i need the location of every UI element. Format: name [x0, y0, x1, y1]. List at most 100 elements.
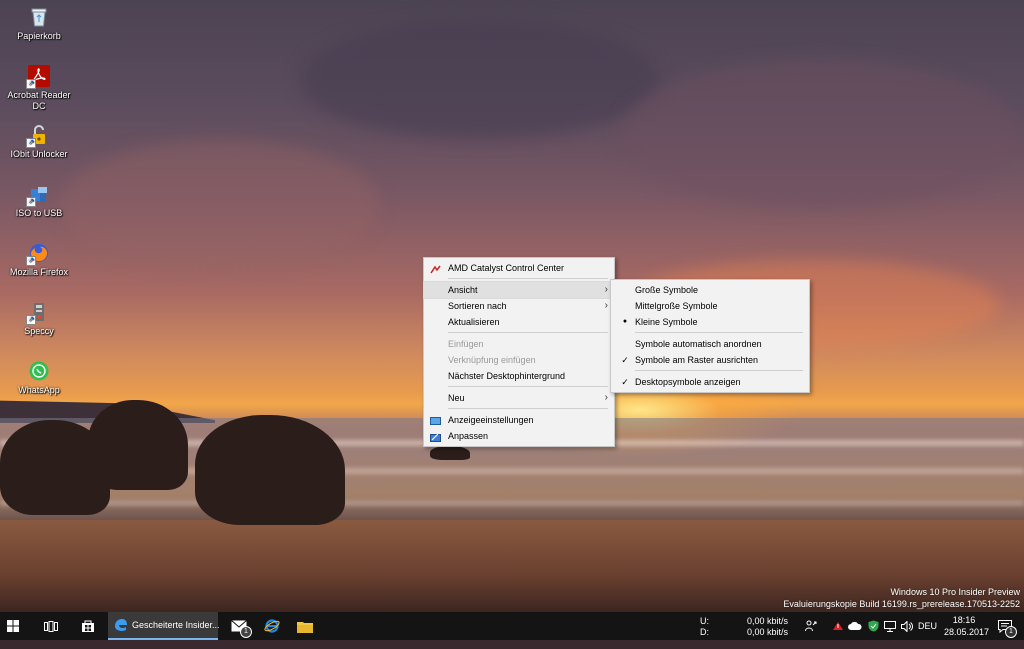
- shortcut-arrow-icon: ↗: [26, 197, 36, 207]
- people-tray-button[interactable]: [803, 612, 819, 640]
- menu-item-anzeigeeinstellungen[interactable]: Anzeigeeinstellungen: [424, 412, 614, 428]
- action-center-button[interactable]: 1: [994, 612, 1017, 640]
- onedrive-tray[interactable]: [847, 612, 863, 640]
- display-settings-icon: [430, 415, 441, 425]
- shield-icon: [868, 620, 878, 632]
- desktop-icon-label: WhatsApp: [18, 385, 60, 395]
- taskbar-internet-explorer[interactable]: [259, 612, 285, 640]
- speaker-icon: [901, 620, 913, 632]
- shortcut-arrow-icon: ↗: [26, 79, 36, 89]
- checkmark-icon: ✓: [621, 377, 629, 387]
- store-icon: [82, 620, 94, 632]
- desktop-icon-label: Papierkorb: [17, 31, 61, 41]
- upload-speed: 0,00 kbit/s: [746, 616, 788, 626]
- speccy-icon: ↗: [26, 301, 50, 325]
- menu-separator: [635, 332, 803, 333]
- taskbar: Gescheiterte Insider... 1 U: D: 0,00 kbi…: [0, 612, 1024, 640]
- volume-tray[interactable]: [900, 612, 914, 640]
- whatsapp-icon: [28, 360, 50, 382]
- menu-item-ansicht[interactable]: Ansicht ›: [423, 281, 615, 299]
- menu-item-label: Anzeigeeinstellungen: [448, 415, 534, 425]
- desktop-icon-label: IObit Unlocker: [10, 149, 68, 159]
- menu-item-label: Einfügen: [448, 339, 484, 349]
- submenu-item-mittelgrosse-symbole[interactable]: Mittelgroße Symbole: [611, 298, 809, 314]
- desktop-icon-recycle-bin[interactable]: Papierkorb: [4, 6, 74, 42]
- desktop-icon-speccy[interactable]: ↗ Speccy: [4, 301, 74, 337]
- menu-separator: [635, 370, 803, 371]
- rock: [195, 415, 345, 525]
- start-button[interactable]: [0, 612, 26, 640]
- chevron-right-icon: ›: [604, 300, 608, 311]
- upload-label: U:: [700, 616, 709, 626]
- build-watermark-line2: Evaluierungskopie Build 16199.rs_prerele…: [783, 599, 1020, 609]
- notification-badge: 1: [1005, 626, 1017, 638]
- folder-icon: [297, 621, 313, 633]
- submenu-item-symbole-am-raster-ausrichten[interactable]: ✓ Symbole am Raster ausrichten: [611, 352, 809, 368]
- tray-red-app[interactable]: [830, 612, 846, 640]
- amd-catalyst-icon: [430, 263, 441, 274]
- onedrive-cloud-icon: [848, 621, 862, 630]
- network-icon: [884, 620, 896, 632]
- firefox-icon: ↗: [26, 242, 50, 266]
- build-watermark-line1: Windows 10 Pro Insider Preview: [890, 587, 1020, 597]
- menu-item-label: Kleine Symbole: [635, 317, 698, 327]
- taskbar-mail[interactable]: 1: [226, 612, 252, 640]
- desktop-icon-whatsapp[interactable]: WhatsApp: [4, 360, 74, 396]
- desktop-context-menu: AMD Catalyst Control Center Ansicht › So…: [423, 257, 615, 447]
- clock[interactable]: 18:16 28.05.2017: [944, 612, 990, 640]
- menu-item-label: Sortieren nach: [448, 301, 507, 311]
- chevron-right-icon: ›: [604, 284, 608, 295]
- menu-item-label: Symbole am Raster ausrichten: [635, 355, 759, 365]
- menu-item-label: Neu: [448, 393, 465, 403]
- menu-item-anpassen[interactable]: Anpassen: [424, 428, 614, 444]
- cloud-shape: [60, 140, 380, 270]
- security-tray[interactable]: [866, 612, 880, 640]
- taskbar-edge-window[interactable]: Gescheiterte Insider...: [108, 612, 220, 640]
- menu-separator: [448, 386, 608, 387]
- checkmark-icon: ✓: [621, 355, 629, 365]
- network-tray[interactable]: [883, 612, 897, 640]
- menu-item-einfuegen: Einfügen: [424, 336, 614, 352]
- menu-item-label: Anpassen: [448, 431, 489, 441]
- menu-item-label: Desktopsymbole anzeigen: [635, 377, 741, 387]
- red-app-tray-icon: [833, 622, 843, 630]
- taskbar-store[interactable]: [75, 612, 101, 640]
- chevron-right-icon: ›: [604, 392, 608, 403]
- desktop-icon-firefox[interactable]: ↗ Mozilla Firefox: [4, 242, 74, 278]
- iobit-unlocker-icon: ↗: [26, 124, 50, 148]
- desktop-icon-iso-to-usb[interactable]: ↗ ISO to USB: [4, 183, 74, 219]
- windows-logo-icon: [7, 620, 19, 632]
- menu-item-sortieren-nach[interactable]: Sortieren nach ›: [424, 298, 614, 314]
- wave-foam: [0, 500, 1024, 506]
- network-meter-labels: U: D:: [700, 612, 710, 640]
- submenu-item-kleine-symbole[interactable]: ● Kleine Symbole: [611, 314, 809, 330]
- rock: [430, 446, 470, 460]
- clock-date: 28.05.2017: [944, 627, 990, 637]
- shortcut-arrow-icon: ↗: [26, 315, 36, 325]
- submenu-item-desktopsymbole-anzeigen[interactable]: ✓ Desktopsymbole anzeigen: [611, 374, 809, 390]
- rock: [88, 400, 188, 490]
- shortcut-arrow-icon: ↗: [26, 256, 36, 266]
- menu-item-naechster-desktophintergrund[interactable]: Nächster Desktophintergrund: [424, 368, 614, 384]
- desktop-icon-iobit-unlocker[interactable]: ↗ IObit Unlocker: [4, 124, 74, 160]
- input-language[interactable]: DEU: [918, 621, 937, 649]
- menu-item-amd-catalyst[interactable]: AMD Catalyst Control Center: [424, 260, 614, 276]
- menu-item-label: Aktualisieren: [448, 317, 500, 327]
- task-view-button[interactable]: [38, 612, 64, 640]
- menu-item-label: Große Symbole: [635, 285, 699, 295]
- desktop-icon-acrobat-reader[interactable]: ↗ Acrobat Reader DC: [4, 65, 74, 112]
- submenu-item-grosse-symbole[interactable]: Große Symbole: [611, 282, 809, 298]
- taskbar-file-explorer[interactable]: [292, 612, 318, 640]
- menu-separator: [448, 332, 608, 333]
- menu-item-label: Ansicht: [448, 285, 478, 295]
- cloud-shape: [620, 60, 1020, 210]
- network-meter-values: 0,00 kbit/s 0,00 kbit/s: [722, 612, 790, 640]
- menu-item-aktualisieren[interactable]: Aktualisieren: [424, 314, 614, 330]
- edge-icon: [114, 618, 128, 632]
- menu-item-label: Nächster Desktophintergrund: [448, 371, 566, 381]
- menu-item-label: AMD Catalyst Control Center: [448, 263, 565, 273]
- menu-item-verknuepfung-einfuegen: Verknüpfung einfügen: [424, 352, 614, 368]
- submenu-item-symbole-automatisch-anordnen[interactable]: Symbole automatisch anordnen: [611, 336, 809, 352]
- shortcut-arrow-icon: ↗: [26, 138, 36, 148]
- menu-item-neu[interactable]: Neu ›: [424, 390, 614, 406]
